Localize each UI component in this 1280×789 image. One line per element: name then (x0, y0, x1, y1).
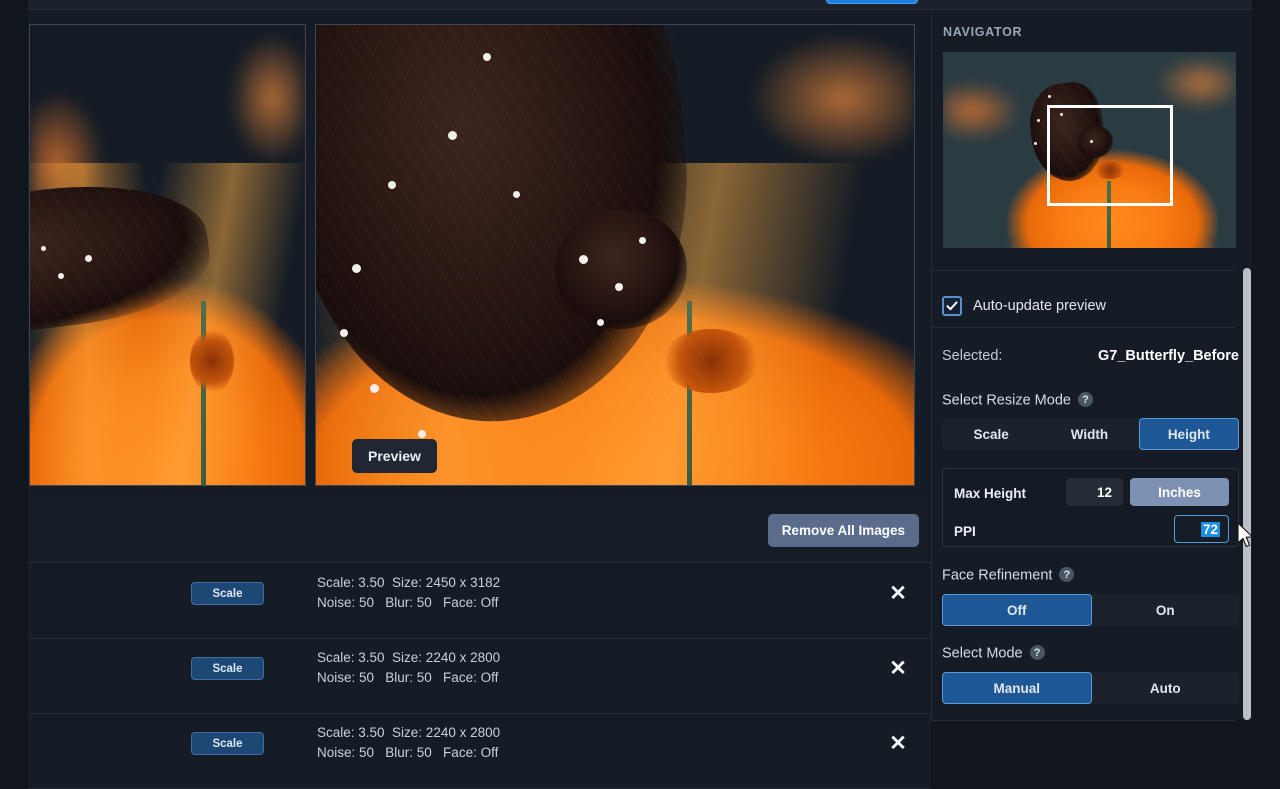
photo-wing-dot (513, 191, 520, 198)
face-refinement-label: Face Refinement? (942, 567, 1074, 584)
photo-wing-dot (370, 384, 379, 393)
page-title: NAVIGATOR (943, 25, 1022, 39)
select-resize-mode-label: Select Resize Mode? (942, 392, 1093, 409)
max-height-label: Max Height (954, 486, 1026, 501)
help-icon[interactable]: ? (1078, 392, 1093, 407)
butterfly-photo-right (316, 25, 914, 485)
max-height-input[interactable]: 12 (1066, 478, 1123, 506)
preview-badge: Preview (352, 439, 437, 473)
table-row[interactable]: Scale Scale: 3.50 Size: 2450 x 3182 Nois… (28, 564, 931, 639)
face-refinement-option-on[interactable]: On (1092, 594, 1240, 626)
scale-button[interactable]: Scale (191, 732, 264, 755)
scaled-image-pane[interactable]: Preview (315, 24, 915, 486)
face-refinement-text: Face Refinement (942, 568, 1052, 584)
photo-wing-dot (1037, 119, 1040, 122)
panel-scrollbar-track[interactable] (1243, 268, 1251, 720)
photo-wing-dot (41, 246, 46, 251)
panel-scrollbar-thumb[interactable] (1243, 268, 1251, 720)
photo-butterfly-body (555, 209, 687, 329)
photo-wing-dot (1034, 142, 1037, 145)
queue-row-line1: Scale: 3.50 Size: 2240 x 2800 (317, 723, 500, 743)
selected-value: G7_Butterfly_Before (1098, 348, 1239, 364)
select-mode-option-auto[interactable]: Auto (1092, 672, 1240, 704)
table-row[interactable]: Scale Scale: 3.50 Size: 2240 x 2800 Nois… (28, 714, 931, 789)
navigator-panel: NAVIGATOR (931, 11, 1252, 720)
photo-flower-core (190, 329, 234, 393)
help-icon[interactable]: ? (1030, 645, 1045, 660)
queue-row-line1: Scale: 3.50 Size: 2240 x 2800 (317, 648, 500, 668)
auto-update-preview-row[interactable]: Auto-update preview (942, 296, 1106, 316)
close-icon[interactable]: ✕ (884, 654, 912, 682)
queue-row-meta: Scale: 3.50 Size: 2240 x 2800 Noise: 50 … (317, 723, 500, 763)
face-refinement-segmented-control: Off On (942, 594, 1239, 626)
workspace: Preview Remove All Images Scale Scale: 3… (28, 11, 931, 720)
photo-wing-dot (418, 430, 426, 438)
scale-button[interactable]: Scale (191, 657, 264, 680)
close-icon[interactable]: ✕ (884, 579, 912, 607)
auto-update-preview-label: Auto-update preview (973, 298, 1106, 314)
divider (932, 720, 1235, 721)
queue-row-line1: Scale: 3.50 Size: 2450 x 3182 (317, 573, 500, 593)
photo-wing-dot (639, 237, 646, 244)
ppi-input[interactable]: 72 (1174, 515, 1229, 543)
remove-all-images-button[interactable]: Remove All Images (768, 514, 919, 547)
divider (932, 327, 1235, 328)
ppi-label: PPI (954, 524, 976, 539)
divider (932, 270, 1235, 271)
selected-row: Selected: G7_Butterfly_Before (942, 348, 1239, 364)
ppi-input-value: 72 (1201, 522, 1220, 537)
app-window: Preview Remove All Images Scale Scale: 3… (0, 0, 1280, 720)
select-resize-mode-text: Select Resize Mode (942, 393, 1071, 409)
scale-button[interactable]: Scale (191, 582, 264, 605)
select-mode-option-manual[interactable]: Manual (942, 672, 1092, 704)
unit-toggle-button[interactable]: Inches (1130, 478, 1229, 506)
top-cutoff-primary-button[interactable] (826, 0, 918, 4)
navigator-viewport-box[interactable] (1047, 105, 1173, 206)
queue-row-line2: Noise: 50 Blur: 50 Face: Off (317, 743, 500, 763)
select-mode-text: Select Mode (942, 646, 1023, 662)
remove-all-bar: Remove All Images (28, 497, 931, 563)
resize-mode-option-scale[interactable]: Scale (942, 418, 1040, 450)
butterfly-photo-left (30, 25, 305, 485)
photo-wing-dot (615, 283, 623, 291)
select-mode-label: Select Mode? (942, 645, 1045, 662)
original-image-pane[interactable] (29, 24, 306, 486)
resize-mode-option-height[interactable]: Height (1139, 418, 1239, 450)
check-icon (946, 300, 958, 312)
queue-row-line2: Noise: 50 Blur: 50 Face: Off (317, 593, 500, 613)
queue-row-meta: Scale: 3.50 Size: 2240 x 2800 Noise: 50 … (317, 648, 500, 688)
photo-wing-dot (340, 329, 348, 337)
panel-settings-scroll: Auto-update preview Selected: G7_Butterf… (932, 270, 1253, 731)
photo-wing-dot (58, 273, 64, 279)
navigator-thumbnail[interactable] (943, 52, 1236, 248)
resize-mode-segmented-control: Scale Width Height (942, 418, 1239, 450)
photo-stem (201, 301, 206, 485)
help-icon[interactable]: ? (1059, 567, 1074, 582)
selected-label: Selected: (942, 348, 1002, 364)
auto-update-preview-checkbox[interactable] (942, 296, 962, 316)
photo-wing-dot (448, 131, 457, 140)
photo-wing-dot (85, 255, 92, 262)
table-row[interactable]: Scale Scale: 3.50 Size: 2240 x 2800 Nois… (28, 639, 931, 714)
top-toolbar-strip (28, 0, 1252, 10)
image-queue-list: Scale Scale: 3.50 Size: 2450 x 3182 Nois… (28, 564, 931, 731)
dimensions-group: Max Height 12 Inches PPI 72 (942, 468, 1239, 547)
close-icon[interactable]: ✕ (884, 729, 912, 757)
image-comparison-row: Preview (28, 24, 931, 486)
photo-wing-dot (352, 264, 361, 273)
resize-mode-option-width[interactable]: Width (1040, 418, 1138, 450)
face-refinement-option-off[interactable]: Off (942, 594, 1092, 626)
queue-row-meta: Scale: 3.50 Size: 2450 x 3182 Noise: 50 … (317, 573, 500, 613)
queue-row-line2: Noise: 50 Blur: 50 Face: Off (317, 668, 500, 688)
select-mode-segmented-control: Manual Auto (942, 672, 1239, 704)
